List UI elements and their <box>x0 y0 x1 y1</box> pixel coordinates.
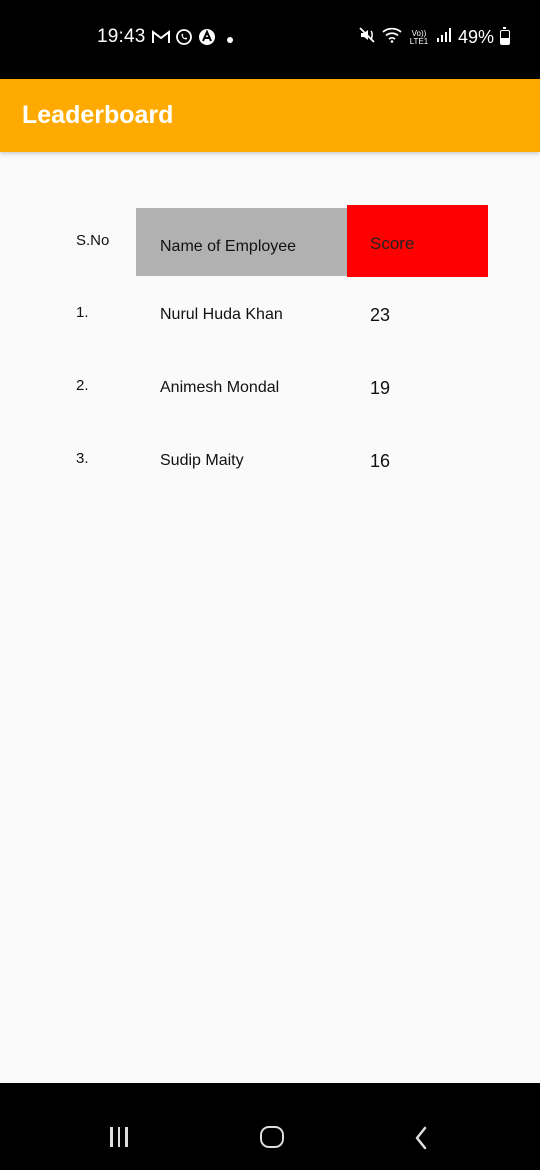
signal-icon <box>436 27 452 48</box>
row-score: 19 <box>370 378 391 398</box>
table-row: 3. Sudip Maity 16 <box>0 450 540 490</box>
header-name: Name of Employee <box>160 238 297 255</box>
header-score: Score <box>370 234 415 253</box>
header-score-cell: Score <box>347 205 488 277</box>
wifi-icon <box>382 27 402 48</box>
row-name: Animesh Mondal <box>160 379 280 396</box>
notification-dot <box>227 36 233 43</box>
battery-percent: 49% <box>457 27 494 47</box>
mute-icon <box>358 26 376 49</box>
status-system-icons: Vo)) LTE1 49% <box>358 26 510 49</box>
volte-lte-icon: Vo)) LTE1 <box>409 28 429 46</box>
header-sno: S.No <box>76 232 110 249</box>
whatsapp-icon <box>175 28 193 51</box>
table-row: 1. Nurul Huda Khan 23 <box>0 304 540 344</box>
status-bar: 19:43 Vo)) LTE1 49% <box>0 0 540 79</box>
back-icon[interactable] <box>414 1126 428 1155</box>
row-sno: 1. <box>76 304 89 321</box>
row-sno: 2. <box>76 377 89 394</box>
home-icon[interactable] <box>260 1126 284 1148</box>
row-name: Nurul Huda Khan <box>160 306 283 323</box>
page-title: Leaderboard <box>22 101 174 129</box>
status-time: 19:43 <box>97 26 146 47</box>
system-nav-bar <box>0 1083 540 1170</box>
row-name: Sudip Maity <box>160 452 244 469</box>
row-score: 16 <box>370 451 391 471</box>
gmail-icon <box>152 30 170 49</box>
status-notification-icons <box>152 28 233 51</box>
app-bar: Leaderboard <box>0 79 540 152</box>
row-score: 23 <box>370 305 391 325</box>
arc-app-icon <box>198 28 216 51</box>
battery-icon <box>500 27 510 45</box>
table-row: 2. Animesh Mondal 19 <box>0 377 540 417</box>
recents-icon[interactable] <box>110 1127 128 1147</box>
header-name-cell: Name of Employee <box>136 208 347 276</box>
row-sno: 3. <box>76 450 89 467</box>
